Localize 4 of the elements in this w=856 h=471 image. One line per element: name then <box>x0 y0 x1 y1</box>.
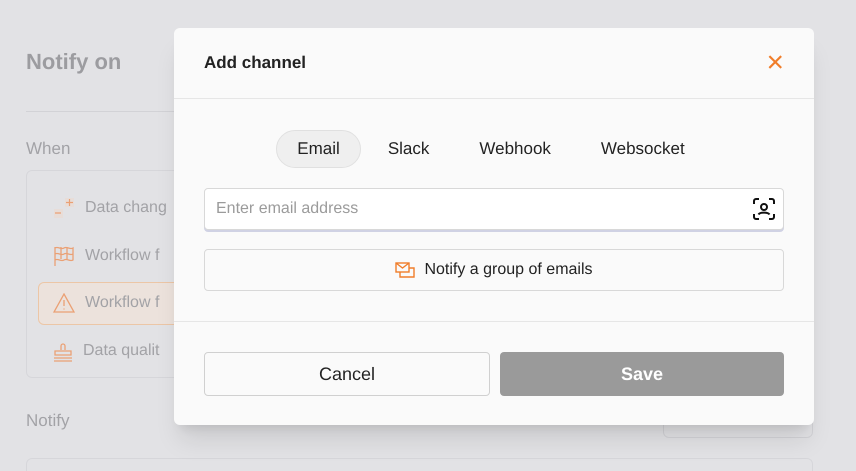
section-label: When <box>26 138 70 160</box>
section-label: Notify <box>26 410 70 432</box>
dialog-title: Add channel <box>204 52 306 74</box>
page-title: Notify on <box>26 48 122 76</box>
